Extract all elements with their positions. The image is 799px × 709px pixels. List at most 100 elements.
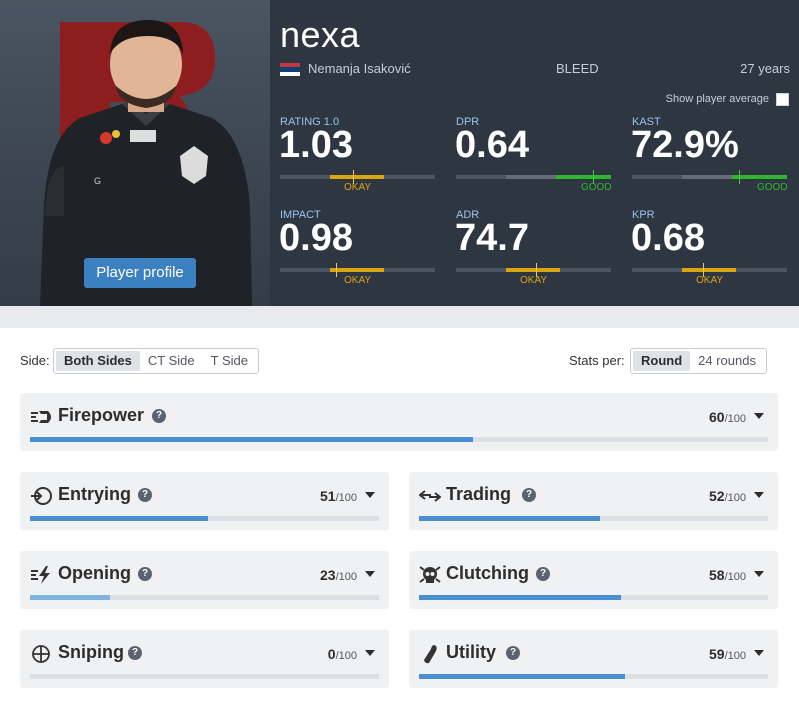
- header-separator: [0, 306, 799, 328]
- score-bar-track: [419, 595, 768, 600]
- show-average-label: Show player average: [665, 93, 769, 105]
- chevron-down-icon[interactable]: [365, 650, 375, 656]
- help-icon[interactable]: ?: [522, 488, 536, 502]
- side-option-both-sides[interactable]: Both Sides: [56, 351, 140, 371]
- stat-rating-tag: OKAY: [344, 182, 372, 193]
- stat-value: 0.64: [455, 124, 529, 166]
- category-score: 51/100: [320, 488, 357, 504]
- stats-per-option-24-rounds[interactable]: 24 rounds: [690, 351, 764, 371]
- stat-value: 74.7: [455, 217, 529, 259]
- firepower-icon: [30, 407, 52, 427]
- player-team[interactable]: BLEED: [556, 61, 599, 76]
- category-card-firepower[interactable]: Firepower? 60/100: [20, 393, 778, 451]
- score-bar-fill: [30, 595, 111, 600]
- score-value: 60: [709, 409, 725, 425]
- player-profile-button[interactable]: Player profile: [84, 258, 196, 288]
- scale-rating-band: [330, 268, 384, 272]
- stat-scale-bar: [632, 170, 787, 184]
- stat-scale-bar: [456, 170, 611, 184]
- player-info-panel: nexa Nemanja Isaković BLEED 27 years Sho…: [278, 0, 799, 306]
- filter-controls: Side: Both Sides CT Side T Side Stats per:…: [20, 348, 779, 374]
- help-icon[interactable]: ?: [506, 646, 520, 660]
- category-card-clutching[interactable]: Clutching? 58/100: [409, 551, 778, 609]
- category-card-utility[interactable]: Utility? 59/100: [409, 630, 778, 688]
- chevron-down-icon[interactable]: [365, 492, 375, 498]
- scale-marker: [336, 263, 337, 277]
- score-max: /100: [335, 571, 357, 583]
- score-max: /100: [724, 650, 746, 662]
- category-title: Entrying: [58, 484, 132, 504]
- stat-kpr: KPR 0.68 OKAY: [631, 209, 787, 299]
- stat-dpr: DPR 0.64 GOOD: [455, 116, 612, 206]
- stat-value: 72.9%: [631, 124, 739, 166]
- stat-rating-tag: GOOD: [581, 182, 612, 193]
- category-score: 52/100: [709, 488, 746, 504]
- entry-icon: [30, 486, 52, 506]
- category-card-entrying[interactable]: Entrying? 51/100: [20, 472, 389, 530]
- side-filter-label: Side:: [20, 353, 50, 368]
- help-icon[interactable]: ?: [138, 488, 152, 502]
- score-max: /100: [335, 650, 357, 662]
- stat-rating-tag: OKAY: [344, 275, 372, 286]
- chevron-down-icon[interactable]: [754, 492, 764, 498]
- score-value: 51: [320, 488, 336, 504]
- chevron-down-icon[interactable]: [754, 571, 764, 577]
- scale-rating-band: [732, 175, 787, 179]
- score-value: 52: [709, 488, 725, 504]
- scale-average-band: [682, 175, 732, 179]
- help-icon[interactable]: ?: [536, 567, 550, 581]
- category-score: 60/100: [709, 409, 746, 425]
- stats-per-option-round[interactable]: Round: [633, 351, 691, 371]
- stat-impact: IMPACT 0.98 OKAY: [279, 209, 435, 299]
- score-bar-track: [30, 437, 768, 442]
- score-bar-fill: [419, 595, 622, 600]
- chevron-down-icon[interactable]: [365, 571, 375, 577]
- category-title: Firepower: [58, 405, 145, 425]
- score-bar-track: [30, 595, 379, 600]
- scale-rating-band: [556, 175, 611, 179]
- stat-rating-tag: OKAY: [696, 275, 724, 286]
- side-option-ct-side[interactable]: CT Side: [140, 351, 203, 371]
- stat-kast: KAST 72.9% GOOD: [631, 116, 788, 206]
- chevron-down-icon[interactable]: [754, 413, 764, 419]
- score-bar-track: [419, 516, 768, 521]
- score-value: 0: [327, 646, 336, 662]
- category-title: Clutching: [446, 563, 529, 583]
- crosshair-icon: [30, 644, 52, 664]
- help-icon[interactable]: ?: [152, 409, 166, 423]
- category-score: 58/100: [709, 567, 746, 583]
- player-nickname: nexa: [280, 14, 361, 55]
- chevron-down-icon[interactable]: [754, 650, 764, 656]
- score-max: /100: [724, 413, 746, 425]
- score-bar-fill: [419, 516, 601, 521]
- score-max: /100: [724, 571, 746, 583]
- category-card-opening[interactable]: Opening? 23/100: [20, 551, 389, 609]
- score-bar-track: [30, 674, 379, 679]
- score-bar-fill: [419, 674, 625, 679]
- help-icon[interactable]: ?: [138, 567, 152, 581]
- stats-per-toggle: Round 24 rounds: [630, 348, 767, 374]
- category-score: 0/100: [328, 646, 357, 662]
- category-card-trading[interactable]: Trading? 52/100: [409, 472, 778, 530]
- score-value: 58: [709, 567, 725, 583]
- show-average-checkbox[interactable]: [776, 93, 789, 106]
- scale-rating-band: [682, 268, 736, 272]
- player-age: 27 years: [740, 61, 790, 76]
- stat-value: 1.03: [279, 124, 353, 166]
- scale-average-band: [506, 175, 556, 179]
- stat-adr: ADR 74.7 OKAY: [455, 209, 611, 299]
- stat-rating-tag: OKAY: [520, 275, 548, 286]
- scale-rating-band: [330, 175, 384, 179]
- player-real-name: Nemanja Isaković: [308, 61, 411, 76]
- category-title: Sniping: [58, 642, 124, 662]
- scale-marker: [739, 170, 740, 184]
- stat-scale-bar: [456, 263, 611, 277]
- category-score: 59/100: [709, 646, 746, 662]
- side-filter-toggle: Both Sides CT Side T Side: [53, 348, 259, 374]
- side-option-t-side[interactable]: T Side: [203, 351, 256, 371]
- help-icon[interactable]: ?: [128, 646, 142, 660]
- stat-rating-tag: GOOD: [757, 182, 788, 193]
- category-card-sniping[interactable]: Sniping? 0/100: [20, 630, 389, 688]
- stat-value: 0.68: [631, 217, 705, 259]
- score-bar-track: [419, 674, 768, 679]
